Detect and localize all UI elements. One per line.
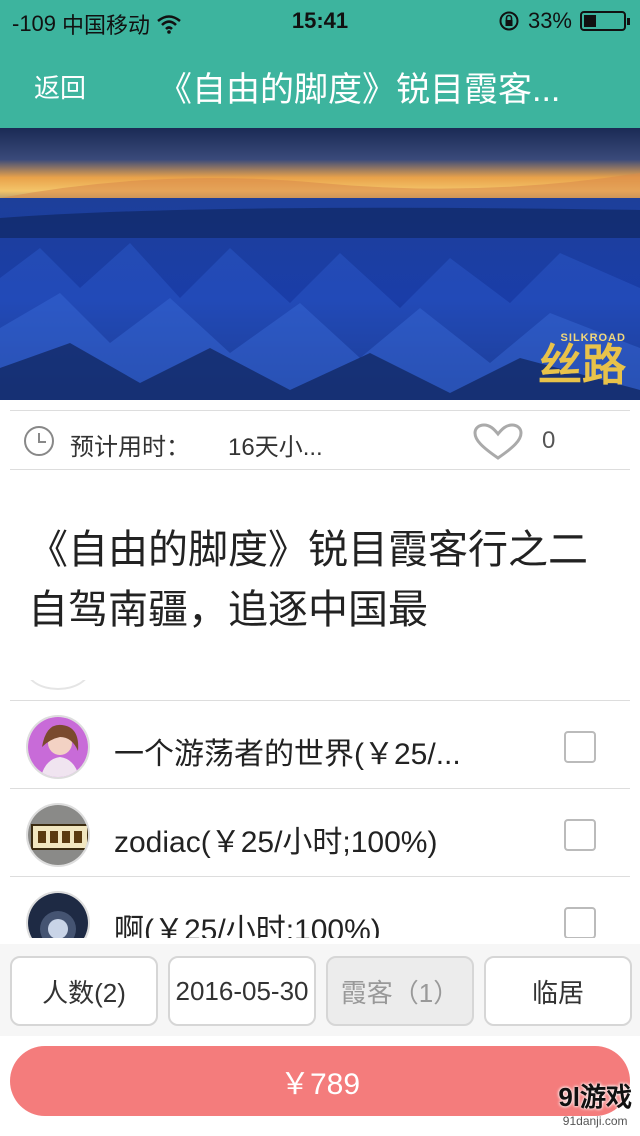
duration-label: 预计用时： (70, 434, 190, 461)
guide-name: 一个游荡者的世界(￥25/... (114, 738, 461, 771)
silkroad-logo: SILKROAD 丝路 (538, 332, 626, 391)
heart-icon[interactable] (472, 423, 524, 461)
list-item[interactable]: zodiac(￥25/小时;100%) (10, 788, 630, 876)
clock-icon (24, 426, 54, 456)
page-title: 《自由的脚度》锐目霞客... (158, 71, 561, 109)
avatar (26, 680, 90, 690)
price-button[interactable]: ￥789 (10, 1046, 630, 1116)
site-watermark: 9l游戏 91danji.com (558, 1082, 632, 1128)
list-item[interactable]: 啊(￥25/小时;100%) (10, 876, 630, 938)
battery-percent: 33% (527, 8, 572, 33)
guide-checkbox[interactable] (564, 819, 596, 851)
article-title-card: 《自由的脚度》锐目霞客行之二 自驾南疆，追逐中国最 (10, 480, 630, 680)
avatar (26, 803, 90, 867)
status-right: 33% (498, 8, 630, 34)
hero-image: SILKROAD 丝路 (0, 128, 640, 400)
guide-checkbox[interactable] (564, 907, 596, 938)
nav-bar: 返回 《自由的脚度》锐目霞客... (0, 40, 640, 128)
guide-list: 一个游荡者的世界(￥25/... zodiac(￥25/小时;100%) 啊(￥… (10, 680, 630, 938)
checkout-area: ￥789 9l游戏 91danji.com (0, 1036, 640, 1136)
duration-value: 16天小... (228, 434, 323, 461)
trip-info-row: 预计用时： 16天小... 0 (10, 410, 630, 470)
avatar (26, 715, 90, 779)
linju-button[interactable]: 临居 (484, 956, 632, 1026)
options-bar: 人数(2) 2016-05-30 霞客（1） 临居 (0, 944, 640, 1036)
back-button[interactable]: 返回 (34, 68, 86, 105)
guide-name: zodiac(￥25/小时;100%) (114, 826, 438, 859)
list-item[interactable]: 一个游荡者的世界(￥25/... (10, 700, 630, 788)
rotation-lock-icon (499, 11, 519, 31)
battery-icon (580, 11, 630, 31)
xiake-button[interactable]: 霞客（1） (326, 956, 474, 1026)
article-title: 《自由的脚度》锐目霞客行之二 自驾南疆，追逐中国最 (28, 528, 588, 632)
guide-name: 啊(￥25/小时;100%) (114, 914, 381, 938)
date-button[interactable]: 2016-05-30 (168, 956, 316, 1026)
avatar (26, 891, 90, 938)
people-count-button[interactable]: 人数(2) (10, 956, 158, 1026)
guide-checkbox[interactable] (564, 731, 596, 763)
status-bar: -109 中国移动 15:41 33% (0, 0, 640, 40)
like-count: 0 (542, 427, 556, 454)
